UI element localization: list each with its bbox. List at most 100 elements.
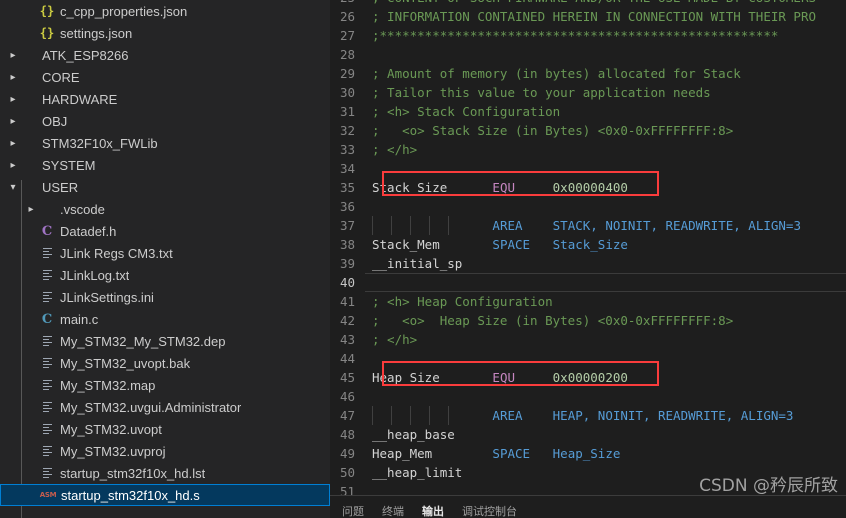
tree-item-my-stm32-uvproj[interactable]: My_STM32.uvproj: [0, 440, 330, 462]
code-line[interactable]: 41 ; <h> Heap Configuration: [330, 292, 846, 311]
tree-item-startup-stm32f10x-hd-lst[interactable]: startup_stm32f10x_hd.lst: [0, 462, 330, 484]
chevron-right-icon[interactable]: ▸: [24, 204, 38, 215]
code-line[interactable]: 26 ; INFORMATION CONTAINED HEREIN IN CONN…: [330, 7, 846, 26]
chevron-right-icon[interactable]: ▸: [6, 50, 20, 61]
tree-item-atk-esp8266[interactable]: ▸ ATK_ESP8266: [0, 44, 330, 66]
code-text[interactable]: [366, 45, 846, 64]
code-text[interactable]: __heap_base: [366, 425, 846, 444]
tree-item-obj[interactable]: ▸ OBJ: [0, 110, 330, 132]
tree-item-my-stm32-map[interactable]: My_STM32.map: [0, 374, 330, 396]
line-number: 43: [339, 332, 355, 347]
line-number: 49: [339, 446, 355, 461]
code-line[interactable]: 47 AREA HEAP, NOINIT, READWRITE, ALIGN=3: [330, 406, 846, 425]
code-text[interactable]: __initial_sp: [366, 254, 846, 273]
code-text[interactable]: ;***************************************…: [366, 26, 846, 45]
code-line[interactable]: 32 ; <o> Stack Size (in Bytes) <0x0-0xFFF…: [330, 121, 846, 140]
tree-item-core[interactable]: ▸ CORE: [0, 66, 330, 88]
chevron-right-icon[interactable]: ▸: [6, 160, 20, 171]
code-line[interactable]: 46: [330, 387, 846, 406]
code-text[interactable]: ; <o> Stack Size (in Bytes) <0x0-0xFFFFF…: [366, 121, 846, 140]
code-text[interactable]: ; INFORMATION CONTAINED HEREIN IN CONNEC…: [366, 7, 846, 26]
code-text[interactable]: [365, 273, 846, 292]
code-line[interactable]: 38 Stack_Mem SPACE Stack_Size: [330, 235, 846, 254]
code-line[interactable]: 28: [330, 45, 846, 64]
tree-item-my-stm32-uvgui-administrator[interactable]: My_STM32.uvgui.Administrator: [0, 396, 330, 418]
code-token: __heap_base: [372, 427, 455, 442]
tree-item-vscode[interactable]: ▸ .vscode: [0, 198, 330, 220]
code-line[interactable]: 36: [330, 197, 846, 216]
code-line[interactable]: 49 Heap_Mem SPACE Heap_Size: [330, 444, 846, 463]
code-line[interactable]: 43 ; </h>: [330, 330, 846, 349]
code-line[interactable]: 35 Stack_Size EQU 0x00000400: [330, 178, 846, 197]
code-token: Stack_Size: [552, 237, 628, 252]
code-line[interactable]: 25 ; CONTENT OF SUCH FIRMWARE AND/OR THE …: [330, 0, 846, 7]
panel-tab-3[interactable]: 调试控制台: [462, 496, 517, 518]
panel-tab-0[interactable]: 问题: [342, 496, 364, 518]
code-text[interactable]: AREA STACK, NOINIT, READWRITE, ALIGN=3: [366, 216, 846, 235]
code-line[interactable]: 42 ; <o> Heap Size (in Bytes) <0x0-0xFFFF…: [330, 311, 846, 330]
tree-item-my-stm32-uvopt-bak[interactable]: My_STM32_uvopt.bak: [0, 352, 330, 374]
code-token: ; </h>: [372, 332, 418, 347]
code-line[interactable]: 48 __heap_base: [330, 425, 846, 444]
code-text[interactable]: [366, 387, 846, 406]
code-text[interactable]: Stack_Mem SPACE Stack_Size: [366, 235, 846, 254]
tree-item-main-c[interactable]: Cmain.c: [0, 308, 330, 330]
code-line[interactable]: 30 ; Tailor this value to your applicatio…: [330, 83, 846, 102]
code-text[interactable]: AREA HEAP, NOINIT, READWRITE, ALIGN=3: [366, 406, 846, 425]
code-line[interactable]: 39 __initial_sp: [330, 254, 846, 273]
chevron-down-icon[interactable]: ▾: [6, 182, 20, 193]
code-text[interactable]: ; <o> Heap Size (in Bytes) <0x0-0xFFFFFF…: [366, 311, 846, 330]
code-text[interactable]: ; CONTENT OF SUCH FIRMWARE AND/OR THE US…: [366, 0, 846, 7]
tree-item-label: startup_stm32f10x_hd.s: [61, 487, 200, 503]
tree-item-label: JLinkLog.txt: [60, 267, 130, 283]
tree-item-stm32f10x-fwlib[interactable]: ▸ STM32F10x_FWLib: [0, 132, 330, 154]
code-line[interactable]: 33 ; </h>: [330, 140, 846, 159]
text-file-icon: [38, 292, 56, 302]
line-number: 35: [339, 180, 355, 195]
panel-tab-1[interactable]: 终端: [382, 496, 404, 518]
code-token: ; Amount of memory (in bytes) allocated …: [372, 66, 741, 81]
code-line[interactable]: 34: [330, 159, 846, 178]
code-line[interactable]: 44: [330, 349, 846, 368]
tree-item-jlink-regs-cm3-txt[interactable]: JLink Regs CM3.txt: [0, 242, 330, 264]
chevron-right-icon[interactable]: ▸: [6, 116, 20, 127]
code-text[interactable]: ; </h>: [366, 330, 846, 349]
tree-item-startup-stm32f10x-hd-s[interactable]: ASM startup_stm32f10x_hd.s: [0, 484, 330, 506]
code-line[interactable]: 40: [330, 273, 846, 292]
tree-item-settings-json[interactable]: {} settings.json: [0, 22, 330, 44]
code-content[interactable]: 25 ; CONTENT OF SUCH FIRMWARE AND/OR THE …: [330, 0, 846, 501]
tree-item-system[interactable]: ▸ SYSTEM: [0, 154, 330, 176]
tree-item-user[interactable]: ▾ USER: [0, 176, 330, 198]
code-line[interactable]: 45 Heap_Size EQU 0x00000200: [330, 368, 846, 387]
code-text[interactable]: ; <h> Heap Configuration: [366, 292, 846, 311]
tree-item-hardware[interactable]: ▸ HARDWARE: [0, 88, 330, 110]
code-text[interactable]: Heap_Size EQU 0x00000200: [366, 368, 846, 387]
code-text[interactable]: ; </h>: [366, 140, 846, 159]
code-text[interactable]: ; <h> Stack Configuration: [366, 102, 846, 121]
code-line[interactable]: 27 ;*************************************…: [330, 26, 846, 45]
tree-item-my-stm32-uvopt[interactable]: My_STM32.uvopt: [0, 418, 330, 440]
tree-item-jlinksettings-ini[interactable]: JLinkSettings.ini: [0, 286, 330, 308]
chevron-right-icon[interactable]: ▸: [6, 138, 20, 149]
code-token: ; <o> Heap Size (in Bytes) <0x0-0xFFFFFF…: [372, 313, 734, 328]
chevron-right-icon[interactable]: ▸: [6, 94, 20, 105]
code-text[interactable]: Heap_Mem SPACE Heap_Size: [366, 444, 846, 463]
panel-tab-2[interactable]: 输出: [422, 496, 444, 518]
code-text[interactable]: ; Amount of memory (in bytes) allocated …: [366, 64, 846, 83]
chevron-right-icon[interactable]: ▸: [6, 72, 20, 83]
code-line[interactable]: 37 AREA STACK, NOINIT, READWRITE, ALIGN=…: [330, 216, 846, 235]
code-text[interactable]: [366, 159, 846, 178]
editor-pane[interactable]: 25 ; CONTENT OF SUCH FIRMWARE AND/OR THE …: [330, 0, 846, 518]
code-text[interactable]: [366, 349, 846, 368]
code-text[interactable]: Stack_Size EQU 0x00000400: [366, 178, 846, 197]
tree-item-jlinklog-txt[interactable]: JLinkLog.txt: [0, 264, 330, 286]
code-text[interactable]: [366, 197, 846, 216]
code-line[interactable]: 29 ; Amount of memory (in bytes) allocate…: [330, 64, 846, 83]
tree-item-c-cpp-properties-json[interactable]: {} c_cpp_properties.json: [0, 0, 330, 22]
code-line[interactable]: 31 ; <h> Stack Configuration: [330, 102, 846, 121]
text-file-icon: [38, 336, 56, 346]
tree-item-datadef-h[interactable]: C Datadef.h: [0, 220, 330, 242]
tree-item-my-stm32-my-stm32-dep[interactable]: My_STM32_My_STM32.dep: [0, 330, 330, 352]
code-text[interactable]: ; Tailor this value to your application …: [366, 83, 846, 102]
